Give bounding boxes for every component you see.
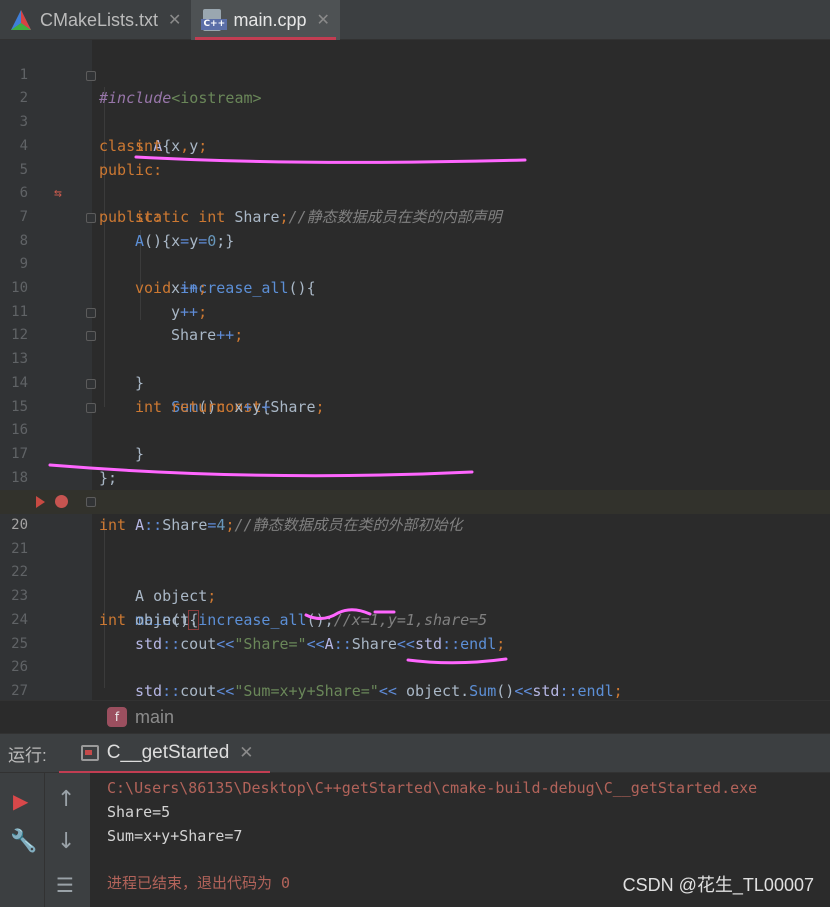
code-token: std <box>135 681 163 700</box>
fold-icon[interactable] <box>86 378 96 389</box>
tab-main-cpp[interactable]: C++ main.cpp ✕ <box>191 0 340 40</box>
code-token: << <box>216 681 235 700</box>
editor-tab-bar: CMakeLists.txt ✕ C++ main.cpp ✕ <box>0 0 830 40</box>
run-toolbar: ▶ 🔧 <box>0 773 44 907</box>
rerun-icon[interactable]: ▶ <box>13 789 28 813</box>
tab-label: CMakeLists.txt <box>40 9 159 30</box>
code-line: 18 ⇆ int A::Share=4;//静态数据成员在类的外部初始化 <box>0 443 830 534</box>
code-line: 21 <box>0 514 830 557</box>
breadcrumb-item-main[interactable]: main <box>135 707 174 728</box>
code-line: 2 class A{ <box>0 64 830 155</box>
code-line: 14 return x+y+Share; <box>0 348 830 416</box>
function-icon: f <box>107 707 127 727</box>
fold-icon[interactable] <box>86 331 96 342</box>
wrench-icon[interactable]: 🔧 <box>10 829 37 854</box>
console-output-line: Sum=x+y+Share=7 <box>107 827 243 845</box>
console-output-line: Share=5 <box>107 803 171 821</box>
breakpoint-icon[interactable] <box>55 495 68 509</box>
close-icon[interactable]: ✕ <box>239 743 253 763</box>
cmake-icon <box>11 10 31 30</box>
fold-icon[interactable] <box>86 307 96 318</box>
tab-cmakelists[interactable]: CMakeLists.txt ✕ <box>0 0 191 40</box>
code-line: 24 std::cout<<"Share="<<A::Share<<std::e… <box>0 585 830 653</box>
tab-label: main.cpp <box>233 9 307 30</box>
close-icon[interactable]: ✕ <box>316 10 329 30</box>
code-line: 25 <box>0 609 830 652</box>
code-token: cout <box>180 681 217 700</box>
code-line: 15 } <box>0 372 830 463</box>
code-line: 3 int x,y; <box>0 87 830 155</box>
watermark: CSDN @花生_TL00007 <box>622 875 814 895</box>
run-panel-title: 运行: <box>8 745 47 765</box>
code-token: object <box>405 681 461 700</box>
code-token: :: <box>162 681 181 700</box>
fold-icon[interactable] <box>86 402 96 413</box>
code-line: 11 Share++; <box>0 277 830 345</box>
code-editor[interactable]: 1 #include<iostream> 2 class A{ 3 int x,… <box>0 40 830 725</box>
run-panel-header: 运行: C__getStarted ✕ <box>0 733 830 774</box>
code-token: << <box>514 681 533 700</box>
run-gutter-icon[interactable] <box>36 496 45 509</box>
run-tab-label: C__getStarted <box>106 742 230 763</box>
console-exe-path: C:\Users\86135\Desktop\C++getStarted\cma… <box>107 779 758 797</box>
code-line: 8 void increase_all(){ <box>0 206 830 297</box>
code-token: ; <box>613 681 623 700</box>
code-token: . <box>460 681 470 700</box>
run-config-icon <box>80 745 99 761</box>
code-line: 26 std::cout<<"Sum=x+y+Share="<< object.… <box>0 633 830 700</box>
code-token: << <box>378 681 406 700</box>
tab-run-config[interactable]: C__getStarted ✕ <box>58 733 270 774</box>
code-line: 27 } <box>0 656 830 725</box>
code-line: 5 ⇆ static int Share;//静态数据成员在类的内部声明 <box>0 135 830 226</box>
fold-icon[interactable] <box>86 212 96 223</box>
arrow-up-icon[interactable]: ↑ <box>57 787 75 812</box>
close-icon[interactable]: ✕ <box>168 10 181 30</box>
console-exit-message: 进程已结束，退出代码为 0 <box>107 874 291 892</box>
code-token: endl <box>577 681 614 700</box>
code-token: () <box>496 681 515 700</box>
code-line: 4 public: <box>0 111 830 179</box>
code-line: 22 A object; <box>0 538 830 605</box>
run-console[interactable]: ▶ 🔧 ↑ ↓ ☰ C:\Users\86135\Desktop\C++getS… <box>0 773 830 907</box>
code-line: 16 }; <box>0 396 830 487</box>
breadcrumb: f main <box>0 700 830 733</box>
code-line: 23 object.increase_all();//x=1,y=1,share… <box>0 561 830 629</box>
code-line: 1 #include<iostream> <box>0 40 830 108</box>
code-line: 9 x++; <box>0 230 830 297</box>
code-line-current: 20 int main(){ <box>0 490 830 630</box>
soft-wrap-icon[interactable]: ☰ <box>56 873 74 897</box>
code-line: 7 A(){x=y=0;} <box>0 182 830 250</box>
code-token: :: <box>559 681 578 700</box>
code-token: Sum <box>469 681 497 700</box>
code-line: 12 } <box>0 301 830 392</box>
code-line: 19 <box>0 467 830 509</box>
code-token: "Sum=x+y+Share=" <box>234 681 379 700</box>
cpp-file-icon: C++ <box>201 9 228 31</box>
code-line: 13 int Sum()const{ <box>0 324 830 416</box>
code-line: 17 <box>0 419 830 462</box>
fold-icon[interactable] <box>86 497 96 508</box>
code-line: 6 public: <box>0 159 830 226</box>
code-token: std <box>532 681 560 700</box>
code-line: 10 y++; <box>0 253 830 321</box>
run-toolbar-secondary: ↑ ↓ ☰ <box>44 773 90 907</box>
arrow-down-icon[interactable]: ↓ <box>57 829 75 854</box>
fold-icon[interactable] <box>86 70 96 81</box>
